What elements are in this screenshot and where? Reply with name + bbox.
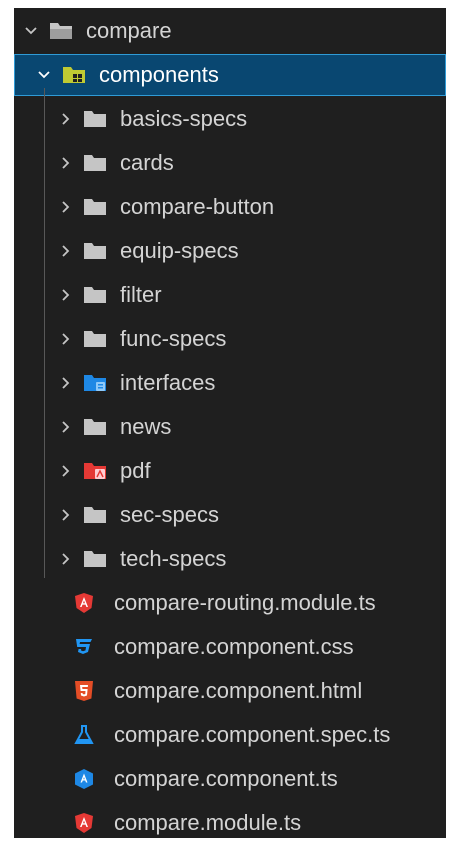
chevron-right-icon[interactable] — [56, 198, 74, 216]
tree-item-file[interactable]: compare-routing.module.ts — [14, 582, 446, 624]
tree-item-folder[interactable]: equip-specs — [14, 230, 446, 272]
tree-item-folder[interactable]: cards — [14, 142, 446, 184]
tree-item-compare[interactable]: compare — [14, 10, 446, 52]
tree-item-label: func-specs — [120, 326, 227, 351]
tree-item-file[interactable]: compare.component.html — [14, 670, 446, 712]
tree-item-folder[interactable]: tech-specs — [14, 538, 446, 580]
tree-item-label: compare.module.ts — [114, 810, 302, 835]
chevron-right-icon[interactable] — [56, 286, 74, 304]
tree-item-folder[interactable]: interfaces — [14, 362, 446, 404]
tree-item-label: compare.component.ts — [114, 766, 338, 791]
chevron-down-icon[interactable] — [22, 22, 40, 40]
chevron-right-icon[interactable] — [56, 330, 74, 348]
folder-interfaces-icon — [82, 372, 108, 394]
tree-item-label: components — [99, 62, 219, 87]
folder-icon — [82, 284, 108, 306]
tree-item-label: news — [120, 414, 172, 439]
chevron-right-icon[interactable] — [56, 110, 74, 128]
tree-item-folder[interactable]: pdf — [14, 450, 446, 492]
tree-item-file[interactable]: compare.component.ts — [14, 758, 446, 800]
tree-item-label: interfaces — [120, 370, 216, 395]
chevron-right-icon[interactable] — [56, 506, 74, 524]
tree-item-folder[interactable]: basics-specs — [14, 98, 446, 140]
chevron-right-icon[interactable] — [56, 242, 74, 260]
file-explorer: compare components basics-specs cards comp… — [14, 8, 446, 838]
tree-item-label: equip-specs — [120, 238, 239, 263]
tree-item-label: filter — [120, 282, 162, 307]
tree-item-label: sec-specs — [120, 502, 220, 527]
tree-item-label: compare-button — [120, 194, 275, 219]
folder-icon — [82, 152, 108, 174]
angular-icon — [72, 591, 96, 615]
folder-icon — [82, 108, 108, 130]
tree-item-label: pdf — [120, 458, 151, 483]
tree-item-label: compare — [86, 18, 172, 43]
folder-icon — [82, 240, 108, 262]
folder-icon — [82, 416, 108, 438]
folder-icon — [82, 504, 108, 526]
tree-item-label: cards — [120, 150, 174, 175]
tree-item-label: tech-specs — [120, 546, 227, 571]
angular-component-icon — [72, 767, 96, 791]
angular-icon — [72, 811, 96, 835]
folder-icon — [82, 196, 108, 218]
tree-item-components[interactable]: components — [14, 54, 446, 96]
chevron-down-icon[interactable] — [35, 66, 53, 84]
tree-item-label: compare.component.spec.ts — [114, 722, 391, 747]
tree-item-file[interactable]: compare.component.css — [14, 626, 446, 668]
chevron-right-icon[interactable] — [56, 154, 74, 172]
tree-item-folder[interactable]: sec-specs — [14, 494, 446, 536]
tree-item-label: compare.component.css — [114, 634, 354, 659]
tree-item-label: compare-routing.module.ts — [114, 590, 376, 615]
tree-item-folder[interactable]: news — [14, 406, 446, 448]
css-icon — [72, 635, 96, 659]
folder-icon — [82, 548, 108, 570]
chevron-right-icon[interactable] — [56, 550, 74, 568]
folder-icon — [82, 328, 108, 350]
tree-item-label: basics-specs — [120, 106, 248, 131]
html-icon — [72, 679, 96, 703]
tree-item-folder[interactable]: compare-button — [14, 186, 446, 228]
folder-open-icon — [48, 20, 74, 42]
folder-components-icon — [61, 64, 87, 86]
tree-item-file[interactable]: compare.component.spec.ts — [14, 714, 446, 756]
chevron-right-icon[interactable] — [56, 462, 74, 480]
chevron-right-icon[interactable] — [56, 374, 74, 392]
chevron-right-icon[interactable] — [56, 418, 74, 436]
test-flask-icon — [72, 723, 96, 747]
tree-item-folder[interactable]: func-specs — [14, 318, 446, 360]
tree-item-label: compare.component.html — [114, 678, 363, 703]
tree-item-folder[interactable]: filter — [14, 274, 446, 316]
folder-pdf-icon — [82, 460, 108, 482]
